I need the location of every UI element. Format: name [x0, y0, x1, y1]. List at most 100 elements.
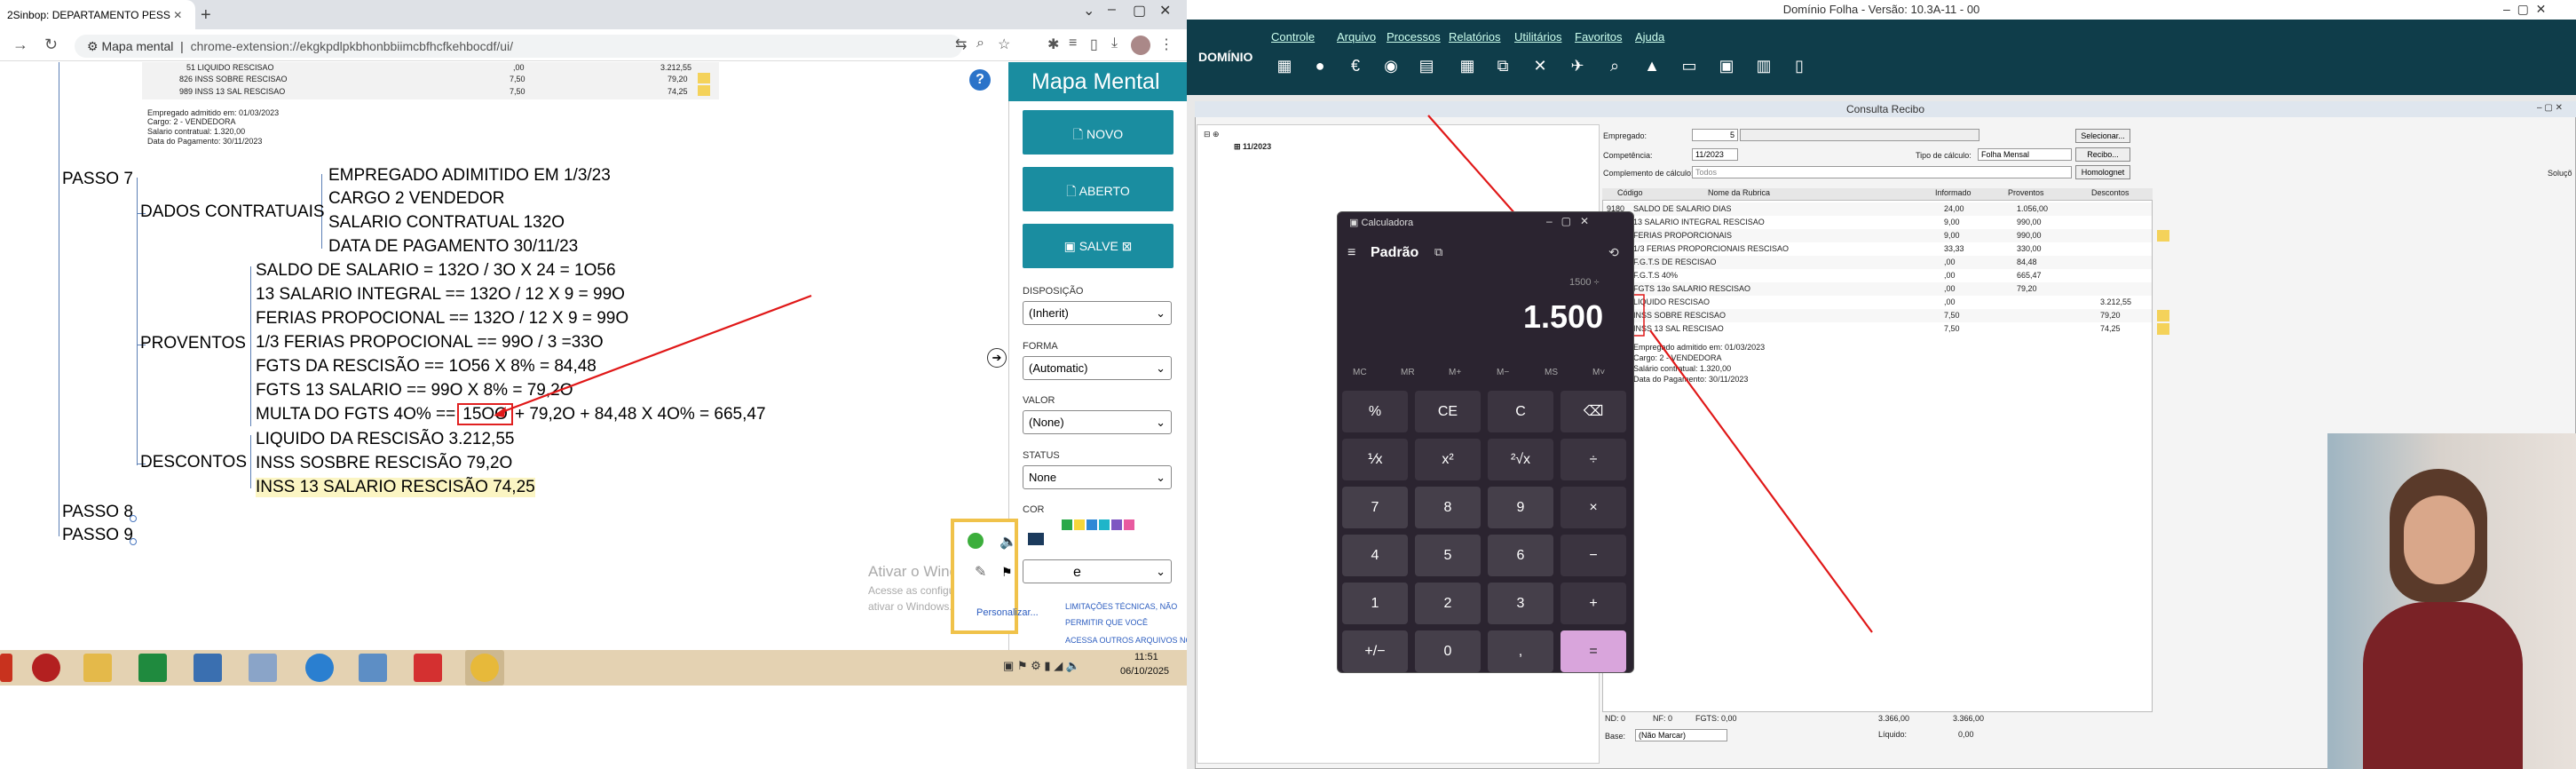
valor-select[interactable]: (None) ⌄ — [1023, 410, 1172, 434]
aberto-label: ABERTO — [1079, 184, 1130, 198]
aberto-button[interactable]: 🗋 ABERTO — [1023, 167, 1173, 211]
memory-button[interactable]: MR — [1401, 368, 1415, 377]
calc-key[interactable]: % — [1342, 391, 1408, 432]
image-icon[interactable] — [359, 654, 387, 682]
memory-button[interactable]: M˅ — [1592, 368, 1605, 377]
select-value: None — [1029, 471, 1057, 484]
hamburger-icon[interactable]: ≡ — [1347, 245, 1355, 261]
tray-icons[interactable]: ▣ ⚑ ⚙ ▮ ◢ 🔈 — [1003, 659, 1080, 673]
calc-key[interactable]: ⌫ — [1561, 391, 1626, 432]
person-face — [2404, 495, 2475, 584]
collapse-panel-icon[interactable]: ➔ — [987, 348, 1007, 368]
calc-key[interactable]: 4 — [1342, 535, 1408, 576]
keep-on-top-icon[interactable]: ⧉ — [1434, 245, 1442, 259]
excel-icon[interactable] — [138, 654, 167, 682]
fine-print[interactable]: PERMITIR QUE VOCÊ — [1065, 618, 1148, 627]
select-value: (None) — [1029, 416, 1064, 429]
color-swatch[interactable] — [1074, 519, 1085, 530]
document-icon[interactable] — [249, 654, 277, 682]
calc-expression: 1500 ÷ — [1569, 277, 1600, 288]
calc-key[interactable]: CE — [1415, 391, 1481, 432]
fine-print[interactable]: LIMITAÇÕES TÉCNICAS, NÃO — [1065, 602, 1177, 611]
calc-key[interactable]: 3 — [1488, 583, 1553, 624]
calc-key[interactable]: − — [1561, 535, 1626, 576]
tray-app-icon[interactable] — [968, 533, 984, 549]
disposicao-select[interactable]: (Inherit) ⌄ — [1023, 301, 1172, 325]
ie-icon[interactable] — [305, 654, 334, 682]
salve-button[interactable]: ▣ SALVE ⊠ — [1023, 224, 1173, 268]
calc-key[interactable]: C — [1488, 391, 1553, 432]
file-icon: 🗋 — [1066, 184, 1077, 198]
chevron-down-icon: ⌄ — [1156, 361, 1166, 375]
calc-key[interactable]: × — [1561, 487, 1626, 528]
cor-label: COR — [1023, 504, 1045, 515]
salve-label: SALVE — [1079, 239, 1118, 253]
color-swatch[interactable] — [1124, 519, 1134, 530]
color-swatch[interactable] — [1099, 519, 1110, 530]
extra-select[interactable]: ⌄ e — [1023, 559, 1172, 583]
color-swatch[interactable] — [1111, 519, 1122, 530]
memory-button[interactable]: M+ — [1449, 368, 1461, 377]
color-swatch[interactable] — [1062, 519, 1072, 530]
calc-key[interactable]: 5 — [1415, 535, 1481, 576]
pen-icon[interactable]: ✎ — [975, 563, 986, 581]
clock-date[interactable]: 06/10/2025 — [1120, 666, 1169, 677]
calculator-title-text: Calculadora — [1361, 218, 1414, 228]
select-value: (Automatic) — [1029, 361, 1088, 375]
start-button[interactable] — [0, 654, 12, 682]
forma-select[interactable]: (Automatic) ⌄ — [1023, 356, 1172, 380]
chevron-down-icon: ⌄ — [1156, 416, 1166, 429]
valor-label: VALOR — [1023, 395, 1055, 406]
select-value: e — [1073, 565, 1081, 580]
app-icon[interactable] — [32, 654, 60, 682]
chevron-down-icon: ⌄ — [1156, 306, 1166, 320]
calc-key[interactable]: ²√x — [1488, 439, 1553, 480]
calc-key[interactable]: = — [1561, 630, 1626, 672]
calc-key[interactable]: 0 — [1415, 630, 1481, 672]
novo-label: NOVO — [1086, 127, 1124, 141]
chevron-down-icon: ⌄ — [1156, 471, 1166, 484]
person-shirt — [2363, 602, 2523, 769]
calc-key[interactable]: 8 — [1415, 487, 1481, 528]
monitor-icon[interactable] — [1028, 533, 1044, 545]
calc-window-controls[interactable]: – ▢ ✕ — [1546, 215, 1589, 227]
history-icon[interactable]: ⟲ — [1608, 245, 1619, 260]
panel-title: Mapa Mental — [1008, 62, 1187, 101]
status-label: STATUS — [1023, 450, 1060, 461]
calc-key[interactable]: 6 — [1488, 535, 1553, 576]
color-swatch[interactable] — [1087, 519, 1097, 530]
calc-key[interactable]: ÷ — [1561, 439, 1626, 480]
color-swatches — [1062, 519, 1134, 535]
calc-key[interactable]: x² — [1415, 439, 1481, 480]
save-icon: ▣ — [1063, 239, 1076, 253]
windows-watermark: ativar o Windows. — [868, 600, 952, 613]
memory-button[interactable]: MS — [1545, 368, 1558, 377]
calc-key[interactable]: 9 — [1488, 487, 1553, 528]
calculator-icon: ▣ — [1349, 218, 1359, 228]
personalizar-link[interactable]: Personalizar... — [976, 607, 1039, 618]
calc-key[interactable]: , — [1488, 630, 1553, 672]
status-select[interactable]: None ⌄ — [1023, 465, 1172, 489]
flag-icon[interactable]: ⚑ — [1001, 565, 1013, 580]
chrome-icon — [470, 654, 499, 682]
calc-key[interactable]: 7 — [1342, 487, 1408, 528]
calc-key[interactable]: +/− — [1342, 630, 1408, 672]
disposicao-label: DISPOSIÇÃO — [1023, 286, 1084, 297]
calc-key[interactable]: 2 — [1415, 583, 1481, 624]
calc-key[interactable]: ⅟x — [1342, 439, 1408, 480]
memory-button[interactable]: MC — [1353, 368, 1367, 377]
fine-print[interactable]: ACESSA OUTROS ARQUIVOS NO — [1065, 636, 1192, 645]
network-icon[interactable] — [194, 654, 222, 682]
select-value: (Inherit) — [1029, 306, 1069, 320]
clock-time[interactable]: 11:51 — [1134, 652, 1158, 662]
calc-key[interactable]: + — [1561, 583, 1626, 624]
memory-button[interactable]: M− — [1497, 368, 1509, 377]
forma-label: FORMA — [1023, 341, 1058, 352]
app-icon[interactable] — [414, 654, 442, 682]
calc-key[interactable]: 1 — [1342, 583, 1408, 624]
novo-button[interactable]: 🗋 NOVO — [1023, 110, 1173, 155]
file-icon: 🗋 — [1072, 127, 1084, 141]
explorer-icon[interactable] — [83, 654, 112, 682]
speaker-icon[interactable]: 🔈 — [1000, 533, 1017, 551]
calc-display: 1.500 — [1523, 298, 1604, 335]
